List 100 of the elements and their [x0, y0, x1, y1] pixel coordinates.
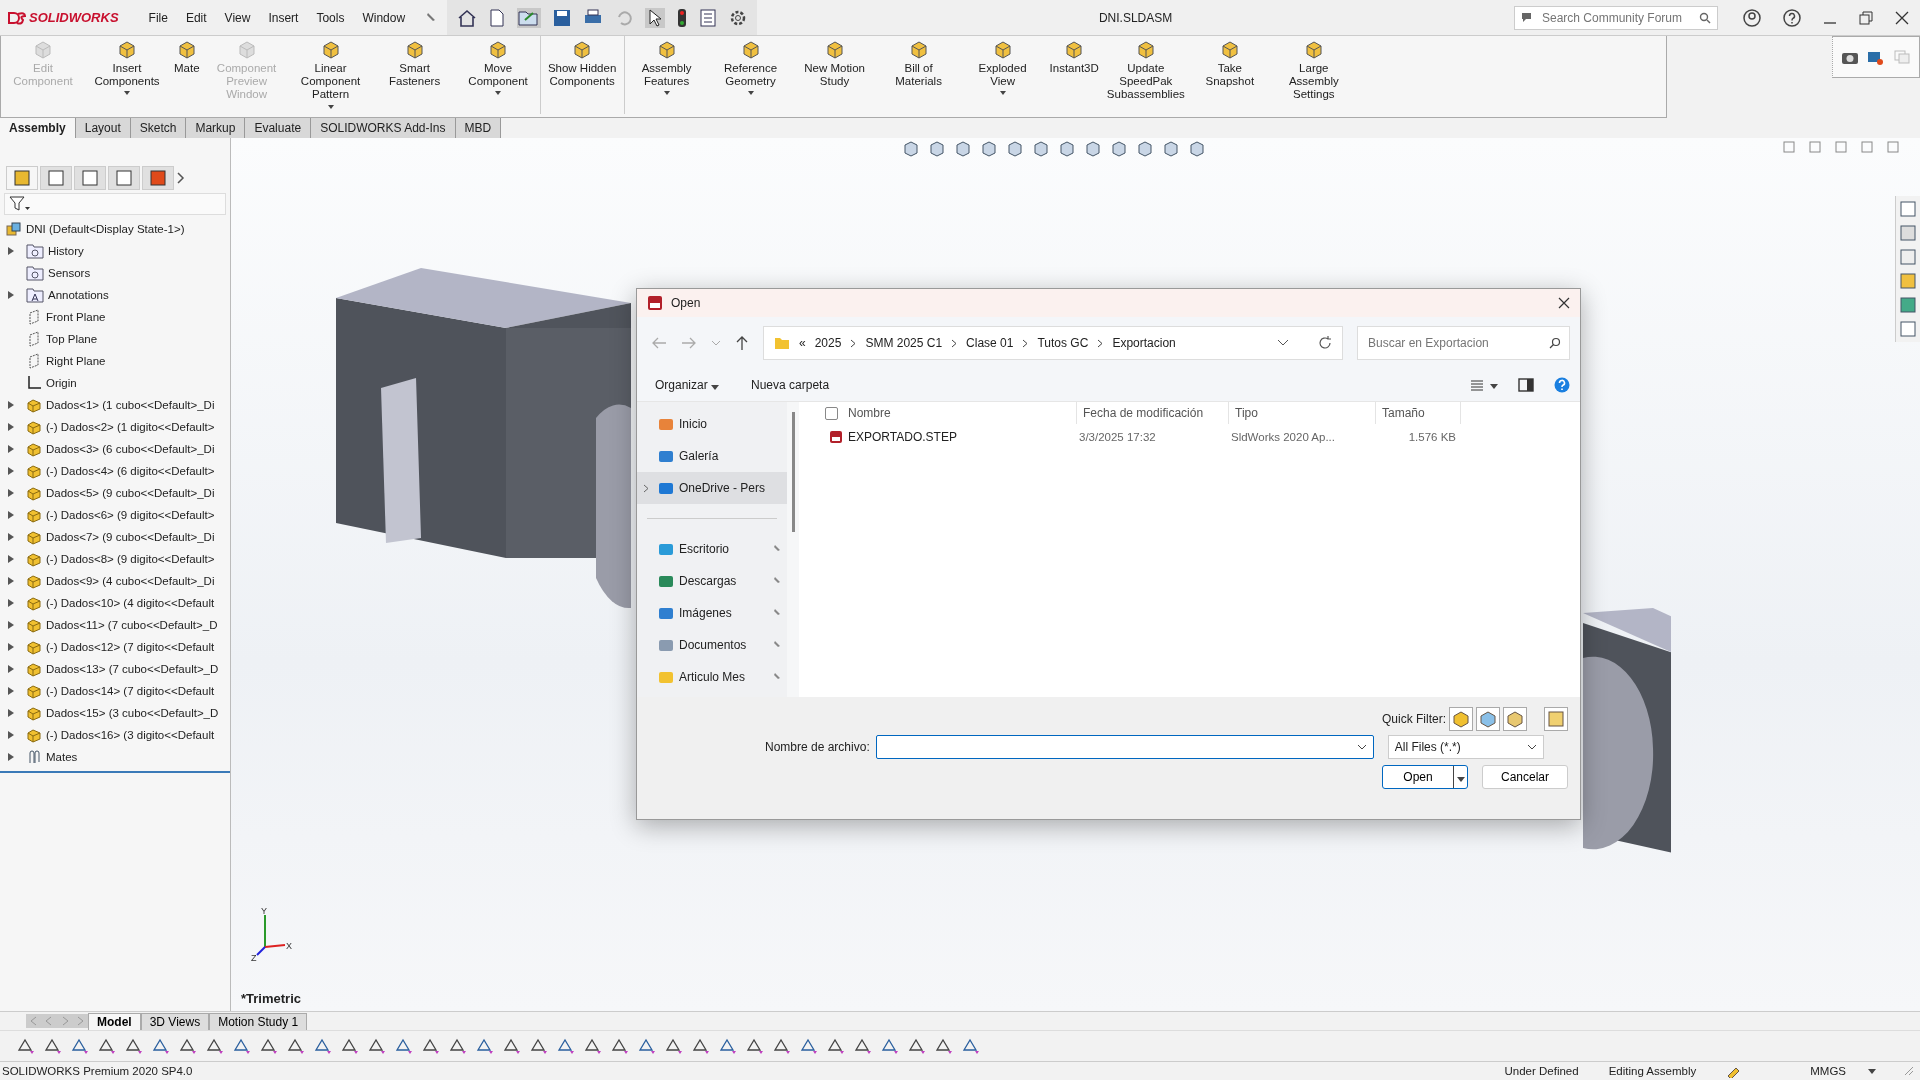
task-pane-icon[interactable] [1899, 224, 1917, 242]
close-icon[interactable] [1558, 297, 1570, 309]
caret-icon[interactable] [1868, 1068, 1876, 1074]
close-icon[interactable] [1895, 10, 1909, 25]
tree-item[interactable]: Right Plane [0, 350, 230, 372]
tree-item[interactable]: (-) Dados<4> (6 digito<<Default> [0, 460, 230, 482]
tree-item[interactable]: Dados<3> (6 cubo<<Default>_Di [0, 438, 230, 460]
toolbar-tool-icon[interactable] [232, 1037, 252, 1055]
menu-item[interactable]: Tools [316, 10, 345, 25]
tree-item[interactable]: Dados<13> (7 cubo<<Default>_D [0, 658, 230, 680]
ribbon-command[interactable]: Show Hidden Components [540, 36, 625, 114]
settings-icon[interactable] [729, 8, 748, 27]
command-tab[interactable]: Layout [75, 118, 131, 138]
expand-arrow-icon[interactable] [8, 665, 14, 673]
toolbar-tool-icon[interactable] [907, 1037, 927, 1055]
home-icon[interactable] [457, 8, 478, 27]
tree-item[interactable]: (-) Dados<14> (7 digito<<Default [0, 680, 230, 702]
traffic-light-icon[interactable] [677, 7, 688, 28]
task-pane-icon[interactable] [1899, 272, 1917, 290]
toolbar-tool-icon[interactable] [556, 1037, 576, 1055]
toolbar-tool-icon[interactable] [178, 1037, 198, 1055]
ribbon-command[interactable]: Linear Component Pattern [288, 36, 373, 114]
column-header[interactable]: Tamaño [1375, 402, 1461, 424]
breadcrumb[interactable]: SMM 2025 C1 [865, 336, 943, 350]
list-icon[interactable] [699, 8, 718, 27]
menu-item[interactable]: View [224, 10, 251, 25]
filter-type-icon[interactable] [1476, 707, 1500, 731]
view-tool-icon[interactable] [979, 140, 999, 158]
column-header[interactable]: Fecha de modificación [1076, 402, 1228, 424]
expand-arrow-icon[interactable] [8, 577, 14, 585]
search-field[interactable]: Search Community Forum [1514, 5, 1718, 30]
address-bar[interactable]: « 2025 SMM 2025 C1 Clase 01 Tutos GC Exportacion [763, 326, 1343, 360]
tree-item[interactable]: (-) Dados<12> (7 digito<<Default [0, 636, 230, 658]
expand-arrow-icon[interactable] [8, 445, 14, 453]
ribbon-command[interactable]: Move Component [456, 36, 541, 114]
file-row[interactable]: EXPORTADO.STEP 3/3/2025 17:32 SldWorks 2020 Ap... 1.576 KB [809, 424, 1580, 450]
expand-arrow-icon[interactable] [8, 709, 14, 717]
tree-item[interactable]: Dados<11> (7 cubo<<Default>_D [0, 614, 230, 636]
tree-item[interactable]: DNI (Default<Display State-1>) [26, 223, 185, 235]
column-header[interactable]: Tipo [1228, 402, 1375, 424]
toolbar-tool-icon[interactable] [772, 1037, 792, 1055]
view-tool-icon[interactable] [1135, 140, 1155, 158]
view-tool-icon[interactable] [901, 140, 921, 158]
nav-item[interactable]: Escritorio [637, 533, 787, 565]
ribbon-command[interactable]: Smart Fasteners [372, 36, 457, 114]
ribbon-command[interactable]: Assembly Features [624, 36, 709, 114]
path-overflow[interactable]: « [799, 336, 806, 350]
view-tool-icon[interactable] [1031, 140, 1051, 158]
expand-arrow-icon[interactable] [8, 423, 14, 431]
expand-arrow-icon[interactable] [8, 643, 14, 651]
tree-item[interactable]: Top Plane [0, 328, 230, 350]
tree-item[interactable]: Sensors [0, 262, 230, 284]
toolbar-tool-icon[interactable] [421, 1037, 441, 1055]
expand-arrow-icon[interactable] [8, 247, 14, 255]
save-icon[interactable] [553, 8, 572, 27]
tree-item[interactable]: Dados<1> (1 cubo<<Default>_Di [0, 394, 230, 416]
tree-item[interactable]: (-) Dados<16> (3 digito<<Default [0, 724, 230, 746]
ribbon-command[interactable]: Reference Geometry [708, 36, 793, 114]
view-tool-icon[interactable] [1005, 140, 1025, 158]
tree-item[interactable]: (-) Dados<8> (9 digito<<Default> [0, 548, 230, 570]
expand-arrow-icon[interactable] [8, 291, 14, 299]
view-tool-icon[interactable] [953, 140, 973, 158]
menu-item[interactable]: Insert [268, 10, 299, 25]
filter-icon[interactable] [9, 196, 31, 212]
expand-arrow-icon[interactable] [8, 555, 14, 563]
command-tab[interactable]: SOLIDWORKS Add-Ins [311, 118, 456, 138]
help-icon[interactable] [1783, 8, 1801, 27]
model-tab[interactable]: Motion Study 1 [209, 1012, 308, 1030]
breadcrumb[interactable]: 2025 [814, 336, 842, 350]
refresh-icon[interactable] [1318, 336, 1332, 350]
tree-item[interactable]: (-) Dados<10> (4 digito<<Default [0, 592, 230, 614]
toolbar-tool-icon[interactable] [286, 1037, 306, 1055]
model-tab[interactable]: Model [88, 1012, 141, 1030]
tree-item[interactable]: Dados<9> (4 cubo<<Default>_Di [0, 570, 230, 592]
select-all-checkbox[interactable] [825, 406, 838, 420]
filter-type-icon[interactable] [1544, 707, 1568, 731]
chevron-right-icon[interactable] [176, 171, 186, 185]
filter-type-icon[interactable] [1449, 707, 1473, 731]
cancel-button[interactable]: Cancelar [1482, 765, 1568, 789]
toolbar-tool-icon[interactable] [340, 1037, 360, 1055]
toolbar-tool-icon[interactable] [853, 1037, 873, 1055]
user-icon[interactable] [1743, 8, 1761, 27]
new-folder-button[interactable]: Nueva carpeta [743, 374, 838, 396]
expand-arrow-icon[interactable] [8, 511, 14, 519]
panel-tab-icon[interactable] [6, 166, 38, 190]
expand-arrow-icon[interactable] [8, 489, 14, 497]
expand-arrow-icon[interactable] [8, 599, 14, 607]
view-tool-icon[interactable] [1109, 140, 1129, 158]
panel-tab-icon[interactable] [108, 166, 140, 190]
toolbar-tool-icon[interactable] [502, 1037, 522, 1055]
expand-arrow-icon[interactable] [8, 533, 14, 541]
tree-item[interactable]: Front Plane [0, 306, 230, 328]
task-pane-icon[interactable] [1899, 200, 1917, 218]
tree-item[interactable]: History [0, 240, 230, 262]
tree-item[interactable]: Origin [0, 372, 230, 394]
command-tab[interactable]: Evaluate [245, 118, 312, 138]
toolbar-tool-icon[interactable] [313, 1037, 333, 1055]
expand-arrow-icon[interactable] [8, 687, 14, 695]
chevron-down-icon[interactable] [1277, 339, 1289, 347]
task-pane-icon[interactable] [1899, 296, 1917, 314]
